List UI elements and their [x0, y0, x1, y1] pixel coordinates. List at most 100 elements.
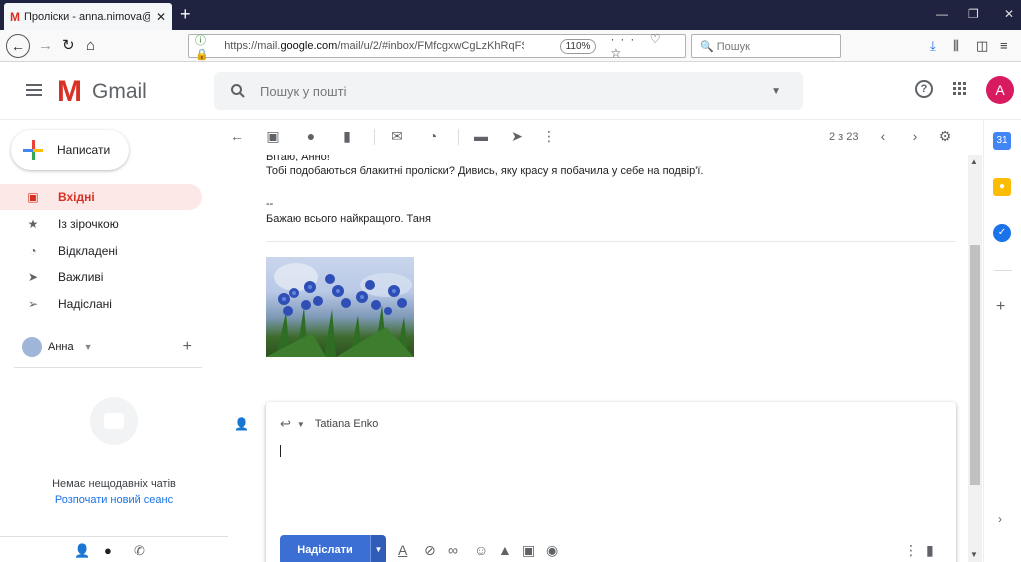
send-options-icon[interactable]: ▼	[370, 535, 386, 562]
minimize-icon[interactable]: —	[936, 7, 948, 21]
calendar-icon[interactable]: 31	[993, 132, 1011, 150]
window-close-icon[interactable]: ✕	[1004, 7, 1014, 21]
pagination-text: 2 з 23	[829, 131, 859, 143]
archive-icon[interactable]: ▣	[266, 129, 280, 143]
newer-icon[interactable]: ‹	[876, 129, 890, 143]
message-divider	[266, 241, 956, 242]
confidential-mode-icon[interactable]: ◉	[546, 543, 558, 557]
move-to-icon[interactable]: ▬	[474, 129, 488, 143]
compose-plus-icon	[23, 140, 43, 160]
link-icon[interactable]: ∞	[448, 543, 458, 557]
downloads-icon[interactable]: ⤓	[930, 38, 936, 54]
text-cursor[interactable]	[280, 445, 281, 457]
keep-icon[interactable]: ●	[993, 178, 1011, 196]
home-icon[interactable]: ⌂	[86, 36, 95, 56]
message-toolbar: ← ▣ ● ▮ ✉ ◔ ▬ ➤ ⋮ 2 з 23 ‹ › ⚙	[228, 122, 968, 154]
add-chat-icon[interactable]: +	[183, 338, 192, 356]
apps-grid-icon[interactable]	[953, 82, 967, 96]
expand-panel-icon[interactable]: ›	[998, 512, 1002, 526]
menu-icon[interactable]: ≡	[1000, 38, 1008, 53]
tasks-icon[interactable]: ✓	[993, 224, 1011, 242]
reply-header: ↩ ▼ Tatiana Enko	[280, 416, 378, 432]
discard-draft-icon[interactable]: ▮	[926, 543, 934, 557]
mail-search-box[interactable]: Пошук у пошті ▼	[214, 72, 803, 110]
reply-icon[interactable]: ↩	[280, 416, 291, 432]
zoom-level[interactable]: 110%	[559, 38, 597, 54]
back-button[interactable]: ←	[6, 34, 30, 58]
reply-compose-box[interactable]: ↩ ▼ Tatiana Enko Надіслати ▼ A ⊘ ∞ ☺ ▲ ▣…	[266, 402, 956, 562]
sidebar-item-inbox[interactable]: ▣ Вхідні	[0, 184, 202, 210]
gmail-logo[interactable]: M Gmail	[57, 77, 147, 107]
get-addons-icon[interactable]: +	[996, 298, 1005, 316]
phone-icon[interactable]: ✆	[134, 543, 145, 559]
page-actions-icon[interactable]: ··· ♡ ☆	[610, 32, 685, 60]
reload-icon[interactable]: ↻	[62, 36, 75, 56]
restore-icon[interactable]: ❐	[968, 7, 979, 21]
settings-gear-icon[interactable]: ⚙	[938, 129, 952, 143]
mark-unread-icon[interactable]: ✉	[390, 129, 404, 143]
greeting-text: Вітаю, Анно!	[266, 155, 330, 161]
back-to-inbox-icon[interactable]: ←	[230, 129, 244, 143]
report-spam-icon[interactable]: ●	[304, 129, 318, 143]
reply-recipient[interactable]: Tatiana Enko	[315, 418, 379, 430]
address-bar[interactable]: ⓘ 🔒 https://mail.google.com/mail/u/2/#in…	[188, 32, 686, 61]
user-avatar	[22, 337, 42, 357]
insert-photo-icon[interactable]: ▣	[522, 543, 535, 557]
inbox-icon: ▣	[27, 190, 39, 204]
chevron-down-icon[interactable]: ▼	[84, 342, 93, 352]
sidebar-item-sent[interactable]: ➢ Надіслані	[0, 291, 202, 317]
more-options-icon[interactable]: ⋮	[904, 543, 918, 557]
sidebar-item-snoozed[interactable]: ◔ Відкладені	[0, 238, 202, 264]
compose-button[interactable]: Написати	[11, 130, 129, 170]
forward-icon[interactable]: →	[38, 36, 53, 56]
scroll-up-icon[interactable]: ▲	[970, 157, 978, 166]
signature-text: Бажаю всього найкращого. Таня	[266, 213, 431, 225]
browser-tab[interactable]: M Проліски - anna.nimova@gm ✕	[4, 3, 172, 30]
message-view: Вітаю, Анно! Тобі подобаються блакитні п…	[228, 155, 968, 562]
more-options-icon[interactable]: ⋮	[542, 129, 556, 143]
lock-icon: ⓘ 🔒	[195, 34, 209, 61]
browser-search-field[interactable]: 🔍 Пошук	[691, 34, 841, 58]
tab-title: Проліски - anna.nimova@gm	[24, 10, 150, 23]
hangouts-bottom-bar: 👤 ● ✆	[0, 536, 228, 562]
delete-icon[interactable]: ▮	[340, 129, 354, 143]
gmail-wordmark: Gmail	[92, 80, 147, 103]
no-chats-text: Немає нещодавніх чатів	[52, 478, 176, 490]
account-avatar[interactable]: A	[986, 76, 1014, 104]
formatting-icon[interactable]: A	[398, 543, 407, 557]
drive-icon[interactable]: ▲	[498, 543, 512, 557]
send-button[interactable]: Надіслати	[280, 535, 370, 562]
older-icon[interactable]: ›	[908, 129, 922, 143]
help-icon[interactable]: ?	[915, 80, 933, 98]
reply-sender-avatar-icon: 👤	[234, 417, 249, 431]
search-input[interactable]: Пошук у пошті	[260, 84, 771, 99]
tab-close-icon[interactable]: ✕	[156, 10, 166, 24]
main-menu-icon[interactable]	[26, 84, 42, 99]
reply-type-dropdown-icon[interactable]: ▼	[297, 420, 305, 429]
hangouts-user[interactable]: Анна ▼ +	[22, 337, 202, 357]
library-icon[interactable]: ⫼	[953, 38, 959, 54]
snooze-icon[interactable]: ◔	[426, 129, 440, 143]
signature-dash: --	[266, 198, 274, 210]
search-icon[interactable]	[230, 83, 246, 99]
sidebar-item-label: Важливі	[58, 270, 104, 284]
new-session-link[interactable]: Розпочати новий сеанс	[0, 494, 228, 506]
sidebar-item-label: Із зірочкою	[58, 217, 119, 231]
url-text: https://mail.google.com/mail/u/2/#inbox/…	[224, 40, 523, 52]
gmail-favicon-icon: M	[10, 9, 20, 24]
sidebar-item-starred[interactable]: ★ Із зірочкою	[0, 211, 202, 237]
label-icon[interactable]: ➤	[510, 129, 524, 143]
chat-icon[interactable]: ●	[104, 543, 112, 558]
attach-icon[interactable]: ⊘	[424, 543, 436, 557]
sidebar-item-important[interactable]: ➤ Важливі	[0, 264, 202, 290]
emoji-icon[interactable]: ☺	[474, 543, 488, 557]
new-tab-button[interactable]: +	[180, 4, 191, 24]
sidebar-toggle-icon[interactable]: ◫	[976, 38, 988, 54]
scrollbar-thumb[interactable]	[970, 245, 980, 485]
gmail-header: M Gmail Пошук у пошті ▼ ? A	[0, 62, 1021, 120]
scroll-down-icon[interactable]: ▼	[970, 550, 978, 559]
contacts-icon[interactable]: 👤	[74, 543, 90, 559]
sidebar-item-label: Відкладені	[58, 244, 118, 258]
attached-photo[interactable]	[266, 257, 414, 357]
search-options-icon[interactable]: ▼	[771, 86, 781, 97]
